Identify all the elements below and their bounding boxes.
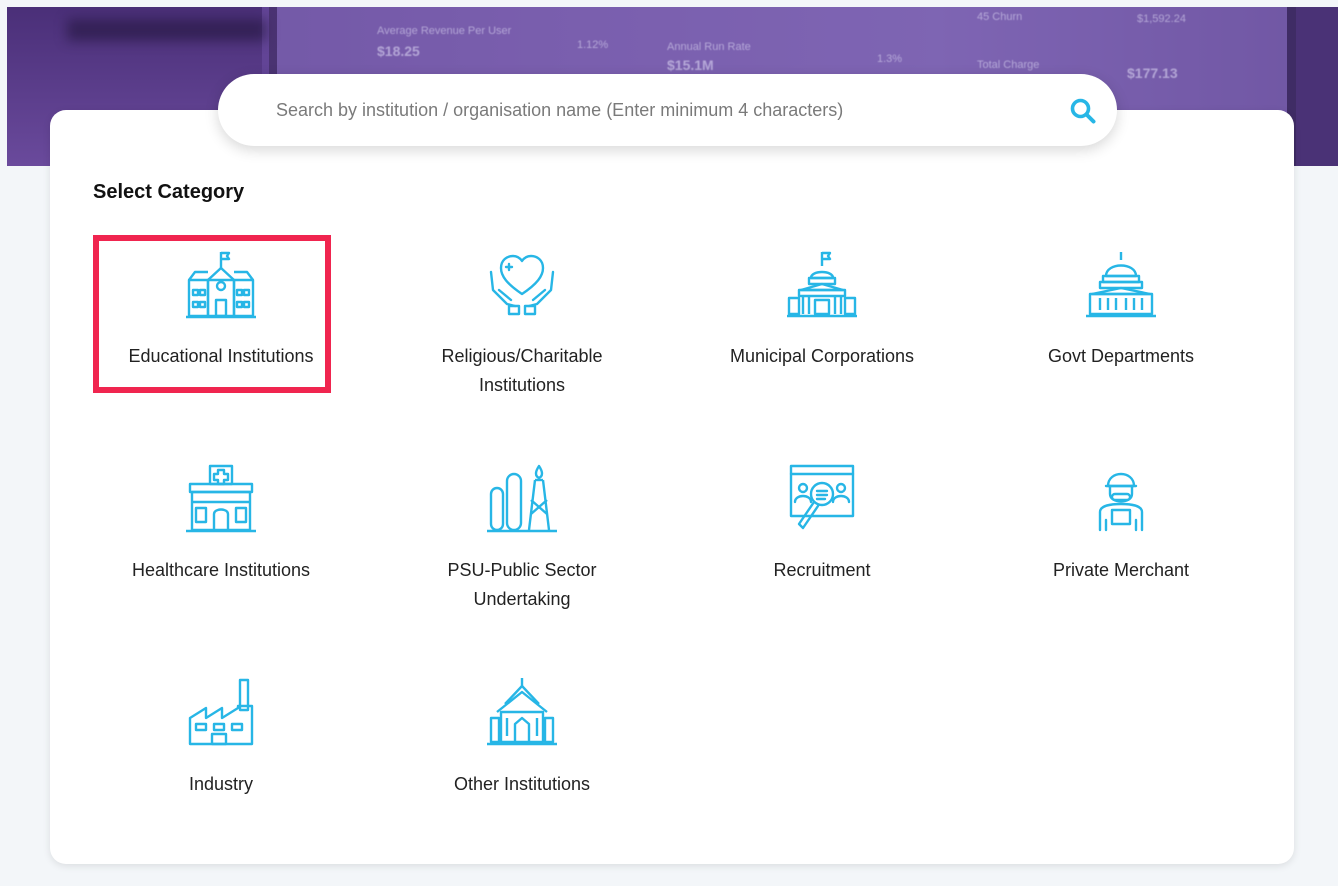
candidate-search-icon [789,464,855,530]
refinery-icon [487,464,557,533]
category-label: Religious/Charitable Institutions [441,346,603,395]
banner-ghost-text: 1.12% [577,39,609,51]
merchant-person-icon [1098,472,1144,532]
banner-ghost-text: $18.25 [377,43,420,59]
heart-in-hands-icon [489,254,555,316]
banner-ghost-text: 45 Churn [977,11,1023,23]
category-industry[interactable]: Industry [101,668,341,828]
search-icon[interactable] [1068,96,1098,126]
search-input[interactable] [258,88,1038,132]
category-healthcare-institutions[interactable]: Healthcare Institutions [101,454,341,614]
banner-ghost-text: Average Revenue Per User [377,25,512,37]
factory-icon [188,678,254,746]
capitol-dome-icon [1086,252,1156,318]
category-label: Industry [188,774,254,794]
category-label: Healthcare Institutions [131,560,311,580]
category-psu-public-sector-undertaking[interactable]: PSU-Public Sector Undertaking [402,454,642,614]
category-govt-departments[interactable]: Govt Departments [1001,240,1241,400]
category-private-merchant[interactable]: Private Merchant [1001,454,1241,614]
hospital-icon [186,464,256,533]
category-municipal-corporations[interactable]: Municipal Corporations [702,240,942,400]
category-label: Other Institutions [453,774,591,794]
category-label: Educational Institutions [128,346,314,366]
school-building-icon [186,251,256,319]
category-other-institutions[interactable]: Other Institutions [402,668,642,828]
category-label: Recruitment [773,560,871,580]
category-educational-institutions[interactable]: Educational Institutions [93,235,341,400]
search-bar [218,74,1117,146]
category-recruitment[interactable]: Recruitment [702,454,942,614]
banner-right-edge [1296,7,1338,166]
banner-blur-streak [67,19,267,41]
banner-ghost-text: $1,592.24 [1137,13,1186,25]
banner-ghost-text: $15.1M [667,57,714,73]
category-label: Govt Departments [1047,346,1195,366]
banner-ghost-text: Annual Run Rate [667,41,751,53]
temple-icon [487,678,557,746]
section-title: Select Category [93,181,245,203]
banner-ghost-text: Total Charge [977,59,1040,71]
capitol-building-flag-icon [787,251,857,318]
category-label: Municipal Corporations [729,346,915,366]
category-label: PSU-Public Sector Undertaking [447,560,597,609]
category-religious-charitable-institutions[interactable]: Religious/Charitable Institutions [402,240,642,400]
banner-ghost-text: $177.13 [1127,65,1178,81]
banner-ghost-text: 1.3% [877,53,903,65]
category-label: Private Merchant [1052,560,1190,580]
